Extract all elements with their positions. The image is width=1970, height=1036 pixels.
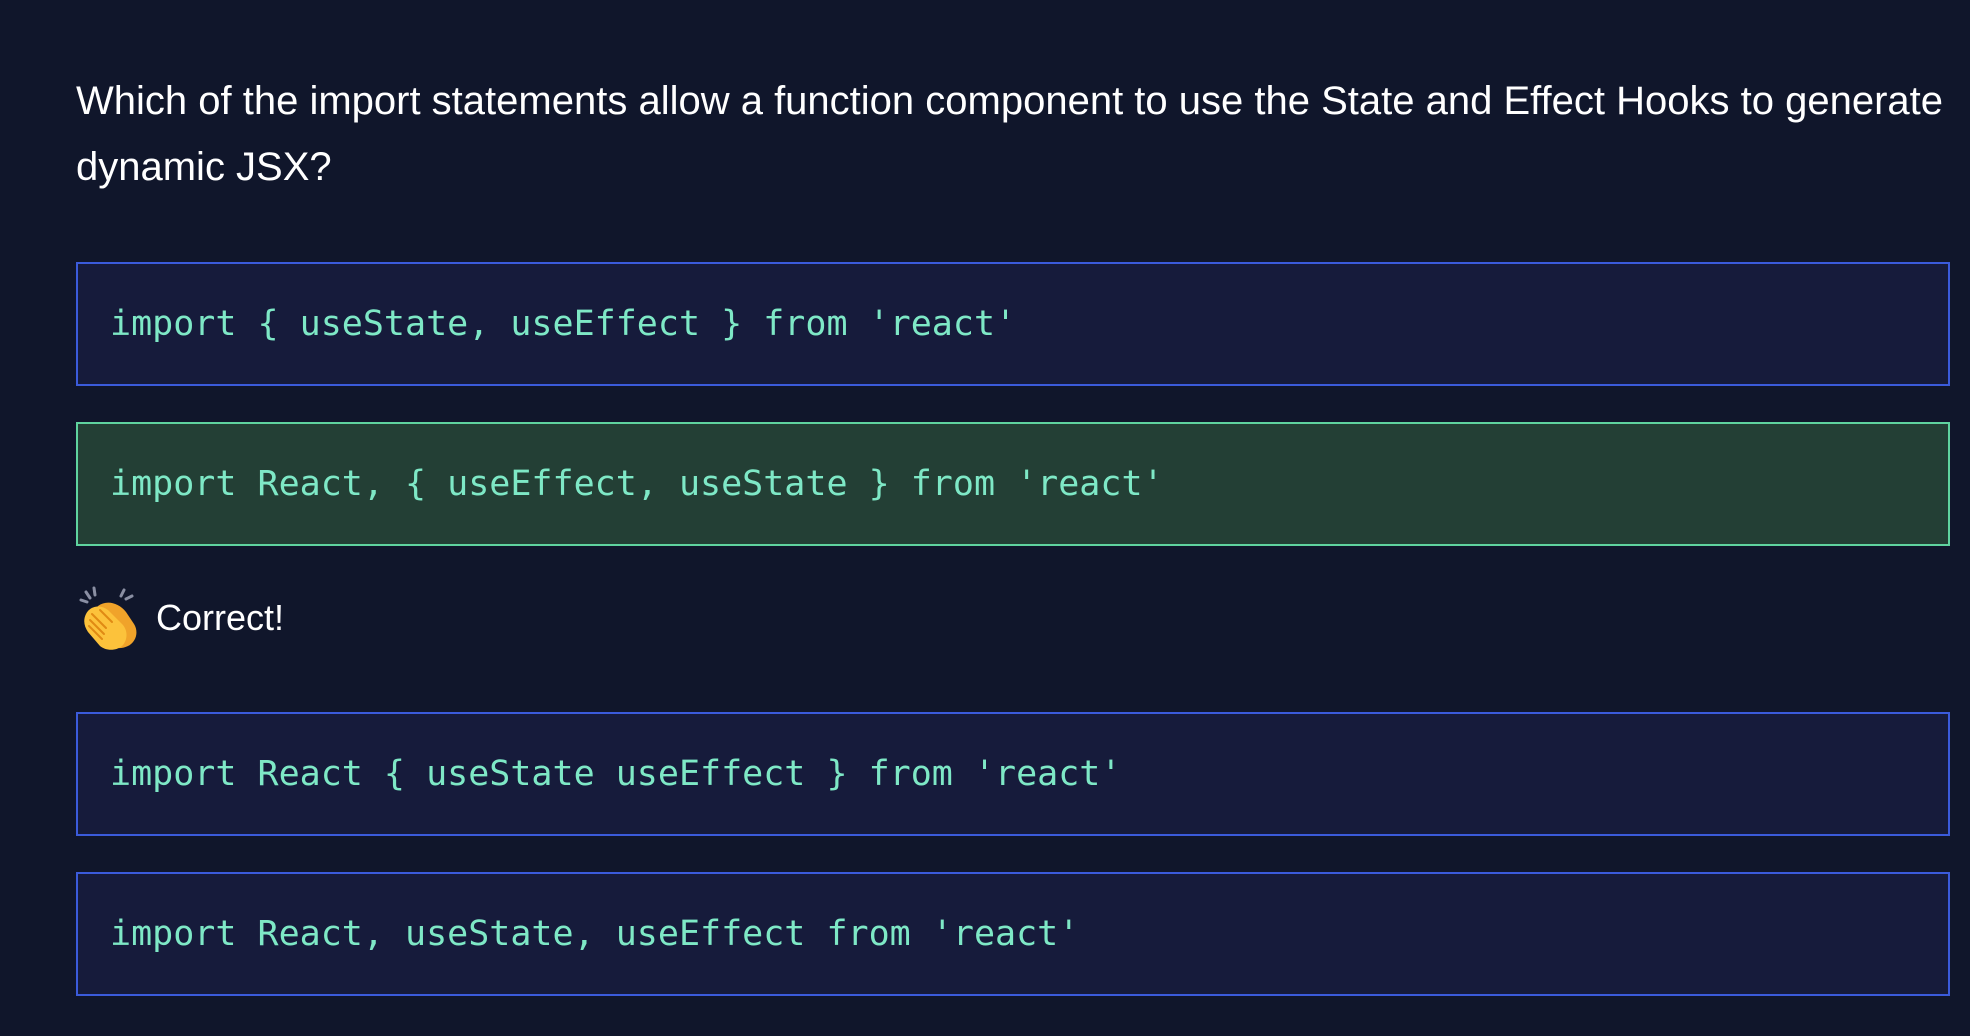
answer-option-code: import { useState, useEffect } from 'rea… <box>110 304 1017 344</box>
answer-option-code: import React, useState, useEffect from '… <box>110 914 1080 954</box>
answer-feedback: Correct! <box>76 584 284 652</box>
question-text: Which of the import statements allow a f… <box>76 79 1943 189</box>
answer-option-code: import React { useState useEffect } from… <box>110 754 1122 794</box>
answer-option-1[interactable]: import { useState, useEffect } from 'rea… <box>76 262 1950 386</box>
answer-option-2-correct[interactable]: import React, { useEffect, useState } fr… <box>76 422 1950 546</box>
feedback-text: Correct! <box>156 597 285 638</box>
answer-option-code: import React, { useEffect, useState } fr… <box>110 464 1164 504</box>
answer-option-4[interactable]: import React, useState, useEffect from '… <box>76 872 1950 996</box>
answer-option-3[interactable]: import React { useState useEffect } from… <box>76 712 1950 836</box>
clapping-hands-icon <box>79 586 137 650</box>
